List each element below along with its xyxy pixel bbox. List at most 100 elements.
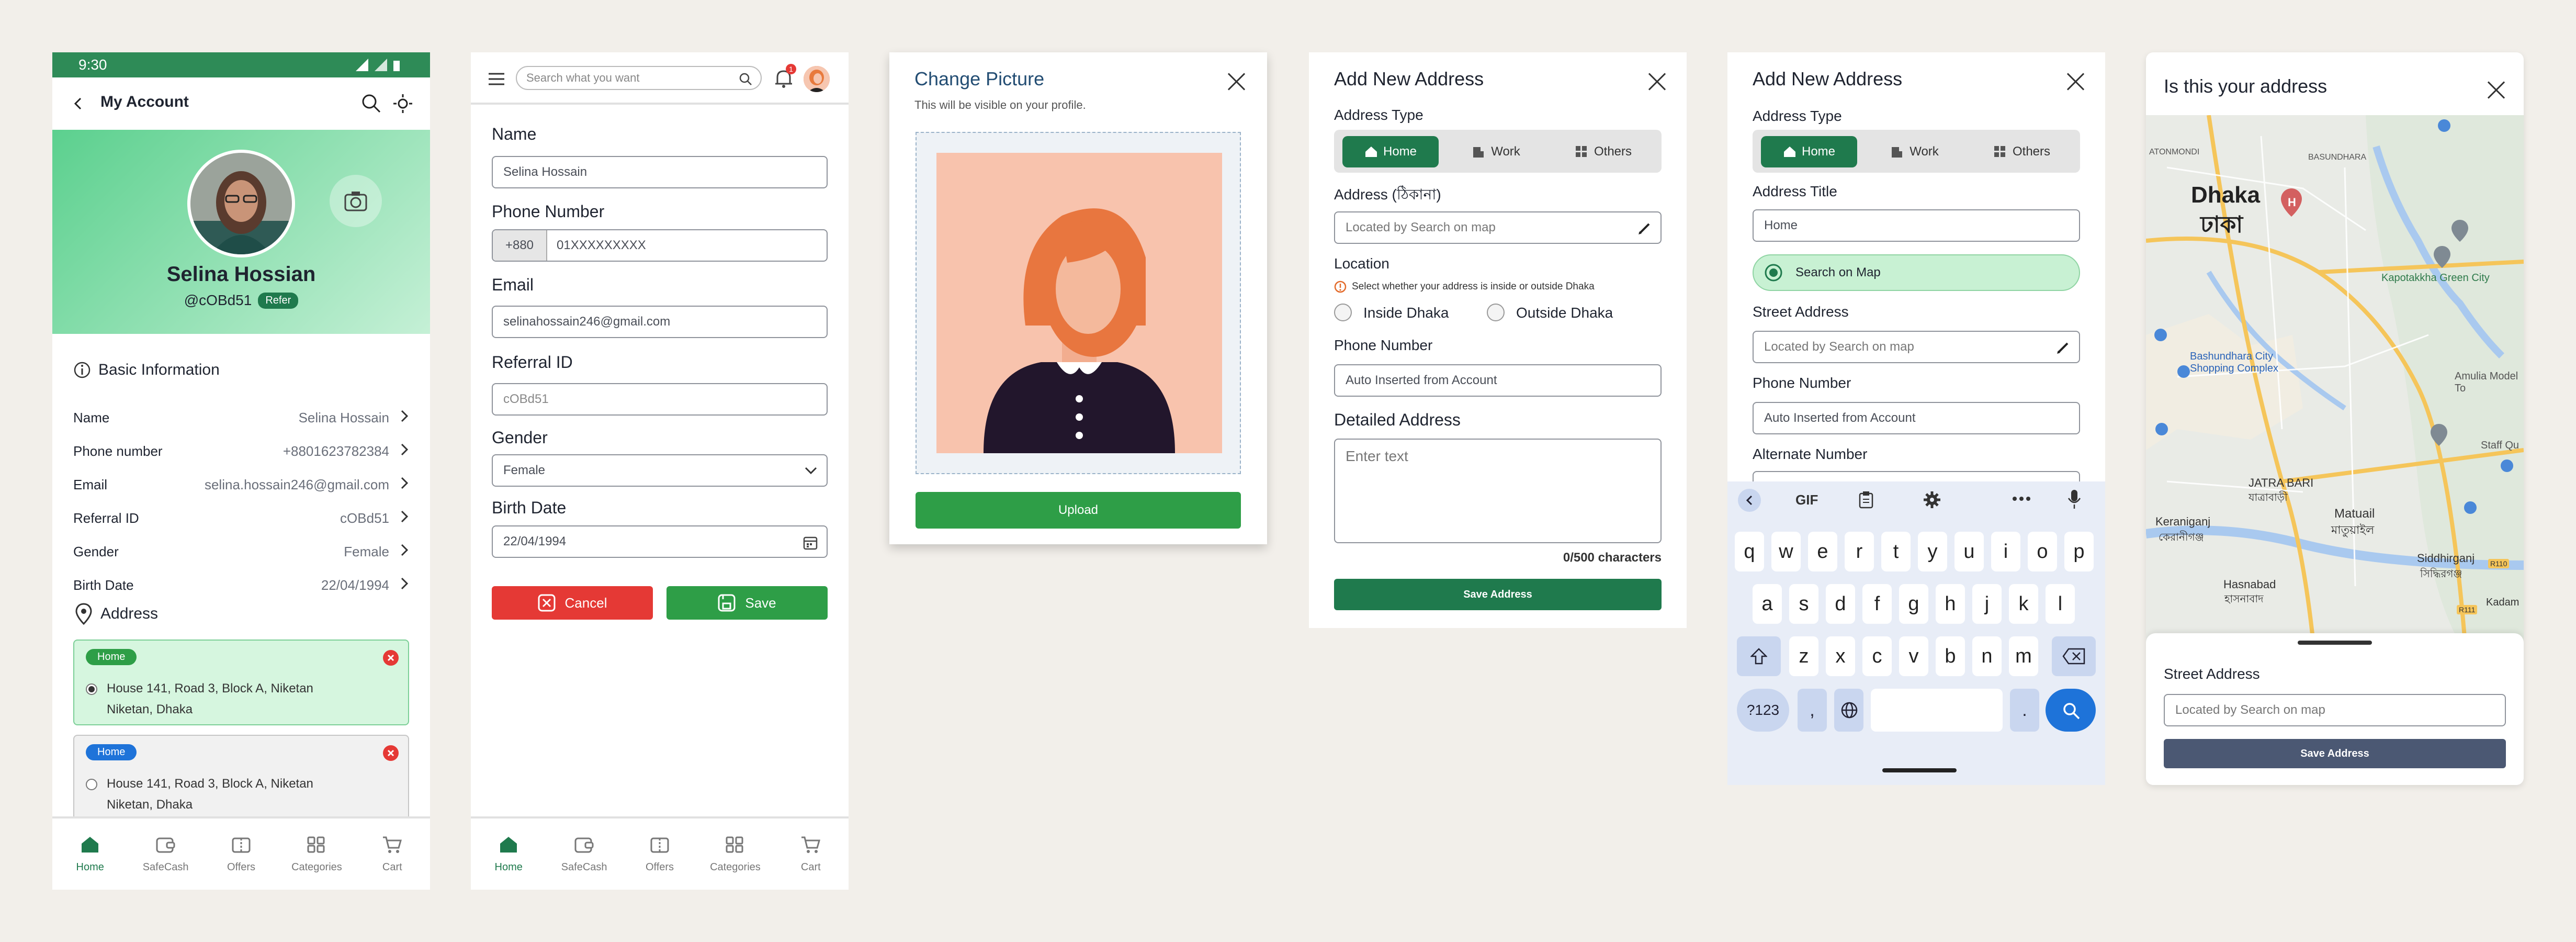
picture-drop-area[interactable]	[916, 132, 1241, 474]
key-i[interactable]: i	[1991, 532, 2020, 571]
settings-gear-icon[interactable]	[1923, 491, 1941, 509]
street-input[interactable]: Located by Search on map	[2164, 694, 2506, 726]
phone-field[interactable]: Auto Inserted from Account	[1753, 402, 2080, 434]
info-row[interactable]: Gender Female	[73, 535, 409, 568]
key-g[interactable]: g	[1899, 584, 1928, 624]
key-w[interactable]: w	[1771, 532, 1801, 571]
info-row[interactable]: Birth Date 22/04/1994	[73, 568, 409, 602]
sheet-handle[interactable]	[2298, 641, 2372, 645]
profile-avatar-small[interactable]	[804, 66, 830, 92]
map-view[interactable]: H Dhaka ঢাকা Kapotakkha Green City Bashu…	[2146, 115, 2524, 644]
notification-button[interactable]: 1	[774, 64, 796, 92]
change-photo-button[interactable]	[330, 175, 382, 227]
gif-button[interactable]: GIF	[1795, 492, 1818, 508]
key-e[interactable]: e	[1808, 532, 1837, 571]
key-m[interactable]: m	[2009, 636, 2038, 676]
info-row[interactable]: Phone number +8801623782384	[73, 434, 409, 468]
phone-field[interactable]: Auto Inserted from Account	[1334, 364, 1662, 397]
upload-button[interactable]: Upload	[916, 492, 1241, 529]
pencil-icon[interactable]	[1637, 221, 1652, 236]
type-work[interactable]: Work	[1867, 136, 1963, 167]
nav-item-safecash[interactable]: SafeCash	[128, 818, 203, 890]
key-t[interactable]: t	[1881, 532, 1911, 571]
nav-item-categories[interactable]: Categories	[279, 818, 354, 890]
key-u[interactable]: u	[1954, 532, 1984, 571]
outside-dhaka-radio[interactable]	[1487, 304, 1505, 321]
type-others[interactable]: Others	[1554, 136, 1653, 167]
key-h[interactable]: h	[1936, 584, 1965, 624]
nav-item-home[interactable]: Home	[52, 818, 128, 890]
key-v[interactable]: v	[1899, 636, 1928, 676]
clipboard-icon[interactable]	[1858, 491, 1874, 509]
detailed-address-textarea[interactable]: Enter text	[1334, 439, 1662, 543]
nav-item-safecash[interactable]: SafeCash	[546, 818, 622, 890]
type-home[interactable]: Home	[1342, 136, 1439, 167]
key-r[interactable]: r	[1845, 532, 1874, 571]
phone-field[interactable]: +880 01XXXXXXXXX	[492, 229, 828, 262]
email-field[interactable]: selinahossain246@gmail.com	[492, 306, 828, 338]
cancel-button[interactable]: Cancel	[492, 586, 653, 620]
search-icon[interactable]	[361, 93, 382, 114]
microphone-icon[interactable]	[2067, 489, 2081, 510]
type-home[interactable]: Home	[1761, 136, 1857, 167]
key-d[interactable]: d	[1826, 584, 1855, 624]
key-y[interactable]: y	[1918, 532, 1947, 571]
address-title-field[interactable]: Home	[1753, 209, 2080, 242]
hamburger-menu-icon[interactable]	[489, 72, 504, 86]
nav-item-home[interactable]: Home	[471, 818, 546, 890]
close-icon[interactable]	[2066, 72, 2085, 91]
pencil-icon[interactable]	[2056, 340, 2071, 355]
inside-dhaka-radio[interactable]	[1334, 304, 1352, 321]
key-j[interactable]: j	[1972, 584, 2002, 624]
key-o[interactable]: o	[2028, 532, 2057, 571]
referral-field[interactable]: cOBd51	[492, 383, 828, 416]
save-address-button[interactable]: Save Address	[2164, 739, 2506, 768]
back-arrow-icon[interactable]	[71, 96, 86, 111]
address-radio[interactable]	[86, 683, 97, 695]
nav-item-offers[interactable]: Offers	[622, 818, 697, 890]
gender-select[interactable]: Female	[492, 454, 828, 487]
close-icon[interactable]	[2487, 81, 2506, 99]
type-others[interactable]: Others	[1972, 136, 2072, 167]
remove-address-icon[interactable]	[383, 650, 399, 666]
refer-badge[interactable]: Refer	[258, 292, 299, 309]
close-icon[interactable]	[1227, 72, 1246, 91]
name-field[interactable]: Selina Hossain	[492, 156, 828, 188]
key-p[interactable]: p	[2064, 532, 2094, 571]
shift-key[interactable]	[1737, 636, 1781, 676]
address-radio[interactable]	[86, 779, 97, 790]
theme-toggle-icon[interactable]	[392, 93, 413, 114]
key-x[interactable]: x	[1826, 636, 1855, 676]
key-f[interactable]: f	[1862, 584, 1892, 624]
space-key[interactable]	[1871, 689, 2003, 732]
key-l[interactable]: l	[2046, 584, 2075, 624]
period-key[interactable]: .	[2010, 689, 2039, 732]
info-row[interactable]: Email selina.hossain246@gmail.com	[73, 468, 409, 501]
nav-item-offers[interactable]: Offers	[204, 818, 279, 890]
nav-item-cart[interactable]: Cart	[773, 818, 849, 890]
street-input[interactable]: Located by Search on map	[1753, 331, 2080, 363]
key-z[interactable]: z	[1789, 636, 1818, 676]
type-work[interactable]: Work	[1448, 136, 1544, 167]
key-k[interactable]: k	[2009, 584, 2038, 624]
info-row[interactable]: Name Selina Hossain	[73, 401, 409, 434]
search-input[interactable]: Search what you want	[516, 66, 762, 90]
key-q[interactable]: q	[1735, 532, 1764, 571]
close-icon[interactable]	[1648, 72, 1667, 91]
save-button[interactable]: Save	[666, 586, 828, 620]
search-on-map-button[interactable]: Search on Map	[1753, 254, 2080, 291]
key-c[interactable]: c	[1862, 636, 1892, 676]
comma-key[interactable]: ,	[1798, 689, 1827, 732]
birth-date-field[interactable]: 22/04/1994	[492, 525, 828, 558]
language-key[interactable]	[1834, 689, 1863, 732]
key-a[interactable]: a	[1753, 584, 1782, 624]
address-card[interactable]: Home House 141, Road 3, Block A, Niketan N…	[73, 735, 409, 821]
remove-address-icon[interactable]	[383, 745, 399, 761]
nav-item-categories[interactable]: Categories	[697, 818, 773, 890]
search-submit-key[interactable]	[2046, 689, 2096, 732]
nav-item-cart[interactable]: Cart	[355, 818, 430, 890]
save-address-button[interactable]: Save Address	[1334, 579, 1662, 610]
keyboard-collapse-button[interactable]	[1738, 489, 1761, 512]
backspace-key[interactable]	[2052, 636, 2096, 676]
calendar-icon[interactable]	[803, 535, 818, 551]
